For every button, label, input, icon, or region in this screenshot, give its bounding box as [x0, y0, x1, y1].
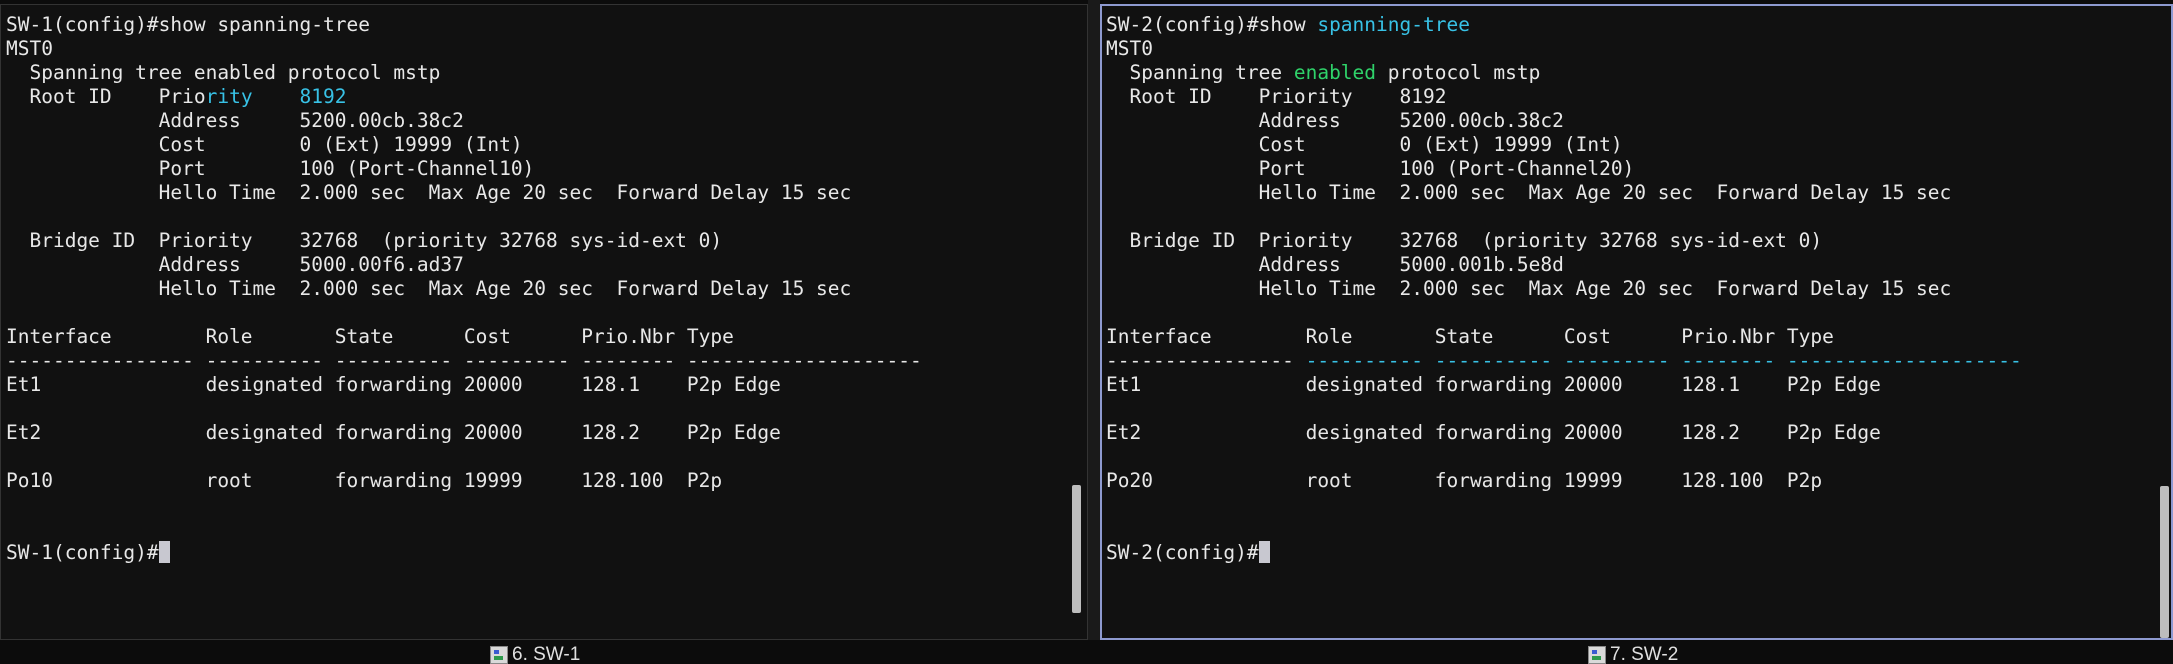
- command-arg: spanning-tree: [1317, 13, 1470, 36]
- tab-sw1[interactable]: 6. SW-1: [490, 644, 580, 664]
- terminal-line: Cost 0 (Ext) 19999 (Int): [1106, 133, 1623, 156]
- table-header: Interface Role State Cost Prio.Nbr Type: [1106, 325, 1834, 348]
- table-separator: ---------------- ---------- ---------- -…: [1106, 349, 2022, 373]
- root-priority-label-b: rity: [205, 85, 253, 108]
- terminal-line: Address 5000.001b.5e8d: [1106, 253, 1564, 276]
- terminal-line: Address 5000.00f6.ad37: [6, 253, 464, 276]
- terminal-line: MST0: [6, 37, 53, 60]
- scrollbar-sw1[interactable]: [1072, 485, 1081, 613]
- tab-label: 7. SW-2: [1610, 644, 1679, 664]
- enabled-word: enabled: [1293, 61, 1377, 84]
- terminal-line: Address 5200.00cb.38c2: [6, 109, 464, 132]
- command-line: SW-2(config)#show spanning-tree: [1106, 13, 2022, 37]
- session-icon: [1588, 646, 1606, 664]
- protocol-tail: protocol mstp: [1376, 61, 1541, 84]
- tab-bar: 6. SW-1 7. SW-2: [0, 640, 2173, 664]
- root-priority-value: 8192: [299, 85, 347, 108]
- pane-divider[interactable]: [1088, 0, 1100, 664]
- table-row: Et2 designated forwarding 20000 128.2 P2…: [1106, 421, 1881, 444]
- protocol-head: Spanning tree: [1106, 61, 1294, 84]
- terminal-line: Hello Time 2.000 sec Max Age 20 sec Forw…: [6, 277, 852, 300]
- terminal-line: Address 5200.00cb.38c2: [1106, 109, 1564, 132]
- scrollbar-sw2[interactable]: [2160, 486, 2169, 638]
- session-icon: [490, 646, 508, 664]
- terminal-line: Spanning tree enabled protocol mstp: [1106, 61, 2022, 85]
- table-row: Po10 root forwarding 19999 128.100 P2p: [6, 469, 723, 492]
- prompt-line[interactable]: SW-2(config)#: [1106, 541, 2022, 565]
- terminal-line: Port 100 (Port-Channel10): [6, 157, 535, 180]
- command-prompt: SW-2(config)#show: [1106, 13, 1318, 36]
- terminal-line: Root ID Priority 8192: [6, 85, 922, 109]
- terminal-line: Bridge ID Priority 32768 (priority 32768…: [6, 229, 723, 252]
- table-row: Po20 root forwarding 19999 128.100 P2p: [1106, 469, 1823, 492]
- separator-head: ----------------: [1106, 349, 1294, 372]
- terminal-pane-sw1[interactable]: SW-1(config)#show spanning-tree MST0 Span…: [0, 4, 1088, 640]
- terminal-line: MST0: [1106, 37, 1153, 60]
- terminal-line: Hello Time 2.000 sec Max Age 20 sec Forw…: [6, 181, 852, 204]
- terminal-output-sw2: SW-2(config)#show spanning-tree MST0 Span…: [1106, 13, 2022, 565]
- prompt: SW-1(config)#: [6, 541, 159, 564]
- terminal-pane-sw2[interactable]: SW-2(config)#show spanning-tree MST0 Span…: [1100, 4, 2173, 640]
- terminal-output-sw1: SW-1(config)#show spanning-tree MST0 Span…: [6, 13, 922, 565]
- terminal-line: Port 100 (Port-Channel20): [1106, 157, 1635, 180]
- terminal-line: Hello Time 2.000 sec Max Age 20 sec Forw…: [1106, 277, 1952, 300]
- tab-label: 6. SW-1: [512, 644, 581, 664]
- terminal-line: Spanning tree enabled protocol mstp: [6, 61, 441, 84]
- table-separator: ---------------- ---------- ---------- -…: [6, 349, 922, 372]
- terminal-line: Hello Time 2.000 sec Max Age 20 sec Forw…: [1106, 181, 1952, 204]
- terminal-line: Bridge ID Priority 32768 (priority 32768…: [1106, 229, 1823, 252]
- table-row: Et1 designated forwarding 20000 128.1 P2…: [6, 373, 781, 396]
- prompt: SW-2(config)#: [1106, 541, 1259, 564]
- text-cursor: [1258, 541, 1270, 563]
- terminal-window: SW-1(config)#show spanning-tree MST0 Span…: [0, 0, 2173, 664]
- text-cursor: [158, 541, 170, 563]
- terminal-line: SW-1(config)#show spanning-tree: [6, 13, 370, 36]
- root-priority-label-a: Root ID Prio: [6, 85, 206, 108]
- table-header: Interface Role State Cost Prio.Nbr Type: [6, 325, 734, 348]
- terminal-line: Root ID Priority 8192: [1106, 85, 1447, 108]
- separator-tail: ---------- ---------- --------- --------…: [1293, 349, 2022, 372]
- table-row: Et2 designated forwarding 20000 128.2 P2…: [6, 421, 781, 444]
- terminal-line: Cost 0 (Ext) 19999 (Int): [6, 133, 523, 156]
- table-row: Et1 designated forwarding 20000 128.1 P2…: [1106, 373, 1881, 396]
- tab-sw2[interactable]: 7. SW-2: [1588, 644, 1678, 664]
- prompt-line[interactable]: SW-1(config)#: [6, 541, 922, 565]
